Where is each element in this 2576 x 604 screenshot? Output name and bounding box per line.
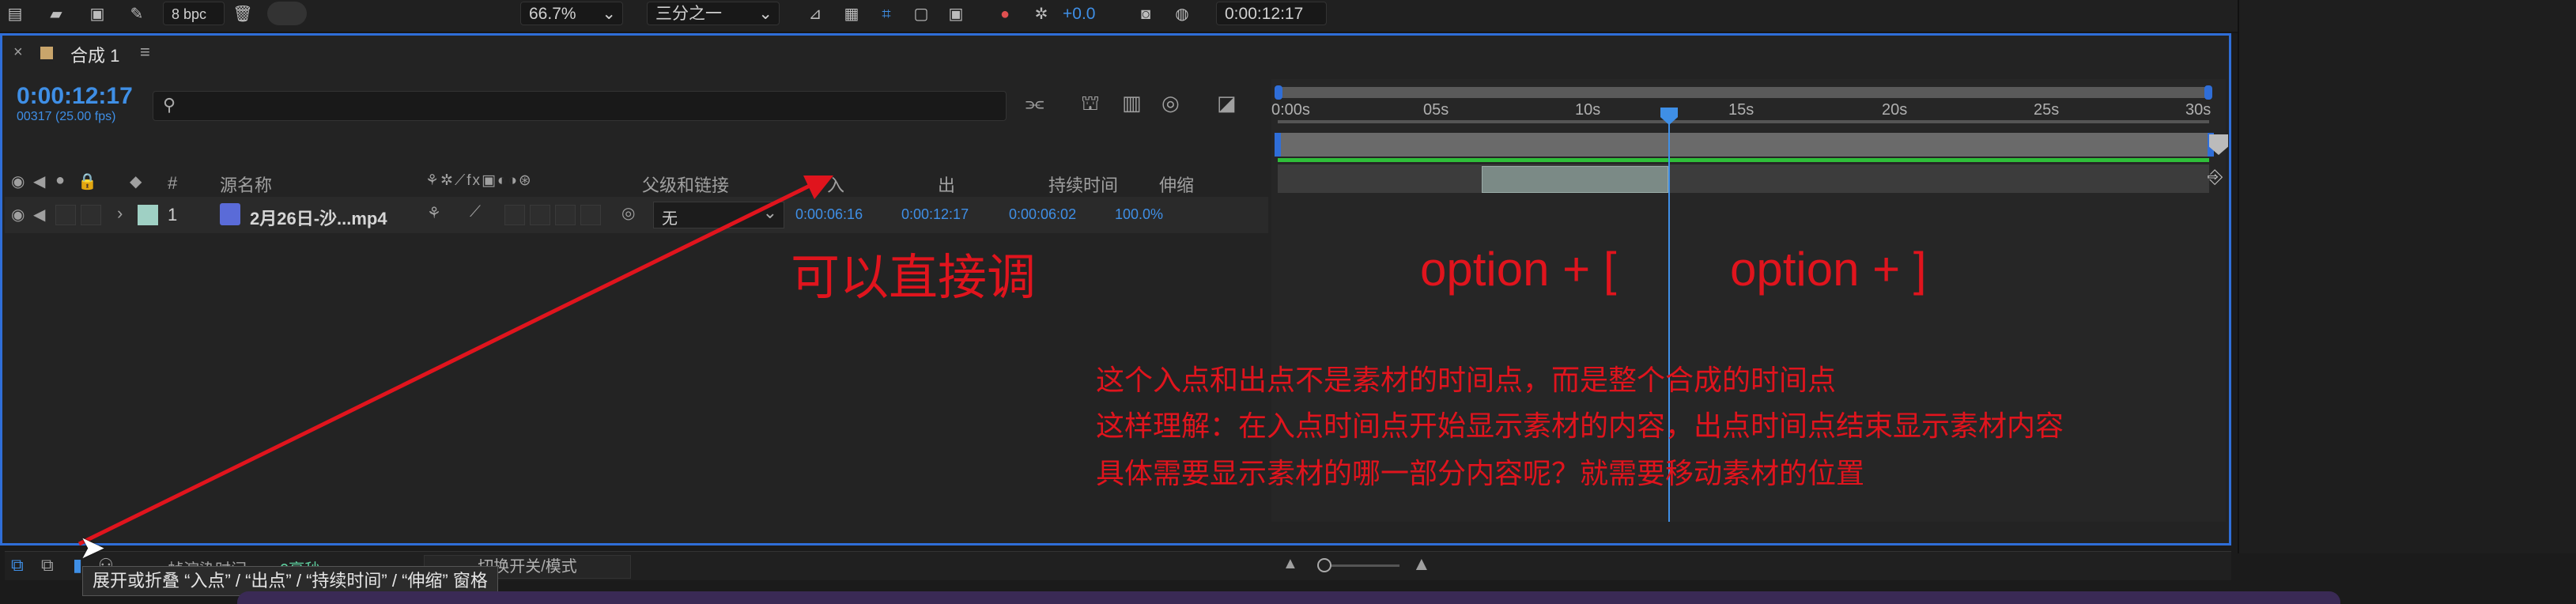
mouse-cursor-icon: ➤ [79,530,106,565]
annotation-direct-adjust: 可以直接调 [791,248,1037,306]
annotation-shortcut-in: option + [ [1420,243,1617,296]
annotation-shortcut-out: option + ] [1730,243,1927,296]
annotation-line-2: 这样理解：在入点时间点开始显示素材的内容，出点时间点结束显示素材内容 [1096,410,2064,443]
annotation-line-1: 这个入点和出点不是素材的时间点，而是整个合成的时间点 [1096,364,1837,397]
annotation-line-3: 具体需要显示素材的哪一部分内容呢？就需要移动素材的位置 [1096,458,1865,490]
annotation-arrow [77,176,833,546]
dock [237,591,2340,604]
